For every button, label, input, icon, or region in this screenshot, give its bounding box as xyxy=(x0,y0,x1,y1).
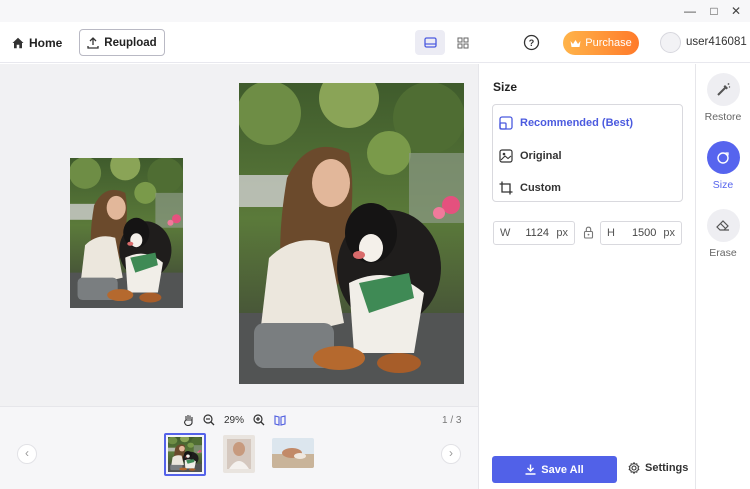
reupload-button[interactable]: Reupload xyxy=(79,29,165,56)
zoom-out-icon[interactable] xyxy=(203,414,215,426)
tool-rail: Restore Size Erase xyxy=(696,64,750,489)
prev-image-button[interactable]: ‹ xyxy=(17,444,37,464)
home-button[interactable]: Home xyxy=(12,34,62,52)
single-view-button[interactable] xyxy=(415,30,445,55)
magic-wand-icon xyxy=(716,83,730,96)
size-option-label: Original xyxy=(520,150,562,162)
image-icon xyxy=(499,149,513,163)
tool-restore[interactable]: Restore xyxy=(696,73,750,123)
compare-icon[interactable] xyxy=(274,414,286,426)
width-value[interactable]: 1124 xyxy=(518,227,556,239)
eraser-icon xyxy=(716,220,729,231)
original-photo xyxy=(70,158,183,308)
purchase-button[interactable]: Purchase xyxy=(563,31,639,55)
title-bar: — □ ✕ xyxy=(0,0,750,22)
crown-icon xyxy=(570,39,581,47)
width-label: W xyxy=(500,227,511,239)
bottom-bar: 29% 1 / 3 ‹ › xyxy=(0,406,478,489)
tool-size[interactable]: Size xyxy=(696,141,750,191)
size-icon xyxy=(717,151,729,164)
help-icon[interactable]: ? xyxy=(523,34,540,51)
width-unit: px xyxy=(556,227,568,239)
save-all-label: Save All xyxy=(541,463,584,476)
home-label: Home xyxy=(29,36,63,50)
thumbnail-1[interactable] xyxy=(164,433,206,476)
height-value[interactable]: 1500 xyxy=(625,227,663,239)
gear-icon xyxy=(628,462,640,474)
size-option-custom[interactable]: Custom xyxy=(499,177,561,199)
zoom-in-icon[interactable] xyxy=(253,414,265,426)
height-input[interactable]: H 1500 px xyxy=(600,221,682,245)
tool-erase-circle xyxy=(706,209,740,242)
save-all-button[interactable]: Save All xyxy=(492,456,617,483)
thumbnail-3[interactable] xyxy=(272,438,314,468)
reupload-label: Reupload xyxy=(104,36,157,49)
chevron-right-icon: › xyxy=(449,446,453,460)
single-view-icon xyxy=(423,37,437,48)
size-option-label: Custom xyxy=(520,182,561,194)
avatar[interactable] xyxy=(660,32,681,53)
maximize-icon[interactable]: □ xyxy=(706,3,722,19)
tool-size-circle xyxy=(706,141,740,174)
page-counter: 1 / 3 xyxy=(442,415,462,426)
settings-button[interactable]: Settings xyxy=(628,462,688,474)
next-image-button[interactable]: › xyxy=(441,444,461,464)
resized-photo xyxy=(239,83,464,384)
thumbnail-2[interactable] xyxy=(223,435,255,473)
panel-title: Size xyxy=(493,80,518,94)
upload-icon xyxy=(87,36,99,49)
size-option-label: Recommended (Best) xyxy=(520,117,634,129)
home-icon xyxy=(12,37,24,49)
tool-restore-circle xyxy=(706,73,740,106)
download-icon xyxy=(525,464,536,475)
zoom-controls: 29% xyxy=(183,414,286,426)
svg-text:?: ? xyxy=(529,38,535,48)
purchase-label: Purchase xyxy=(585,37,632,49)
size-option-original[interactable]: Original xyxy=(499,145,562,167)
grid-view-icon xyxy=(457,37,469,48)
username[interactable]: user416081 xyxy=(686,36,747,48)
zoom-level: 29% xyxy=(224,414,245,426)
preview-canvas[interactable] xyxy=(0,64,478,406)
tool-label: Size xyxy=(712,179,734,191)
minimize-icon[interactable]: — xyxy=(682,3,698,19)
tool-erase[interactable]: Erase xyxy=(696,209,750,259)
settings-label: Settings xyxy=(645,462,689,474)
tool-label: Erase xyxy=(709,247,737,259)
settings-panel: Size Recommended (Best) Original Custom … xyxy=(478,64,696,489)
size-option-recommended[interactable]: Recommended (Best) xyxy=(499,112,633,134)
width-input[interactable]: W 1124 px xyxy=(493,221,575,245)
lock-icon[interactable] xyxy=(583,226,594,239)
crop-icon xyxy=(499,181,513,195)
size-options: Recommended (Best) Original Custom xyxy=(492,104,683,202)
recommended-size-icon xyxy=(499,116,513,130)
hand-icon[interactable] xyxy=(183,414,194,426)
grid-view-button[interactable] xyxy=(449,30,477,55)
height-unit: px xyxy=(663,227,675,239)
tool-label: Restore xyxy=(704,111,742,123)
close-icon[interactable]: ✕ xyxy=(728,3,744,19)
height-label: H xyxy=(607,227,615,239)
top-toolbar: Home Reupload ? Purchase user416081 xyxy=(0,22,750,63)
chevron-left-icon: ‹ xyxy=(25,446,29,460)
